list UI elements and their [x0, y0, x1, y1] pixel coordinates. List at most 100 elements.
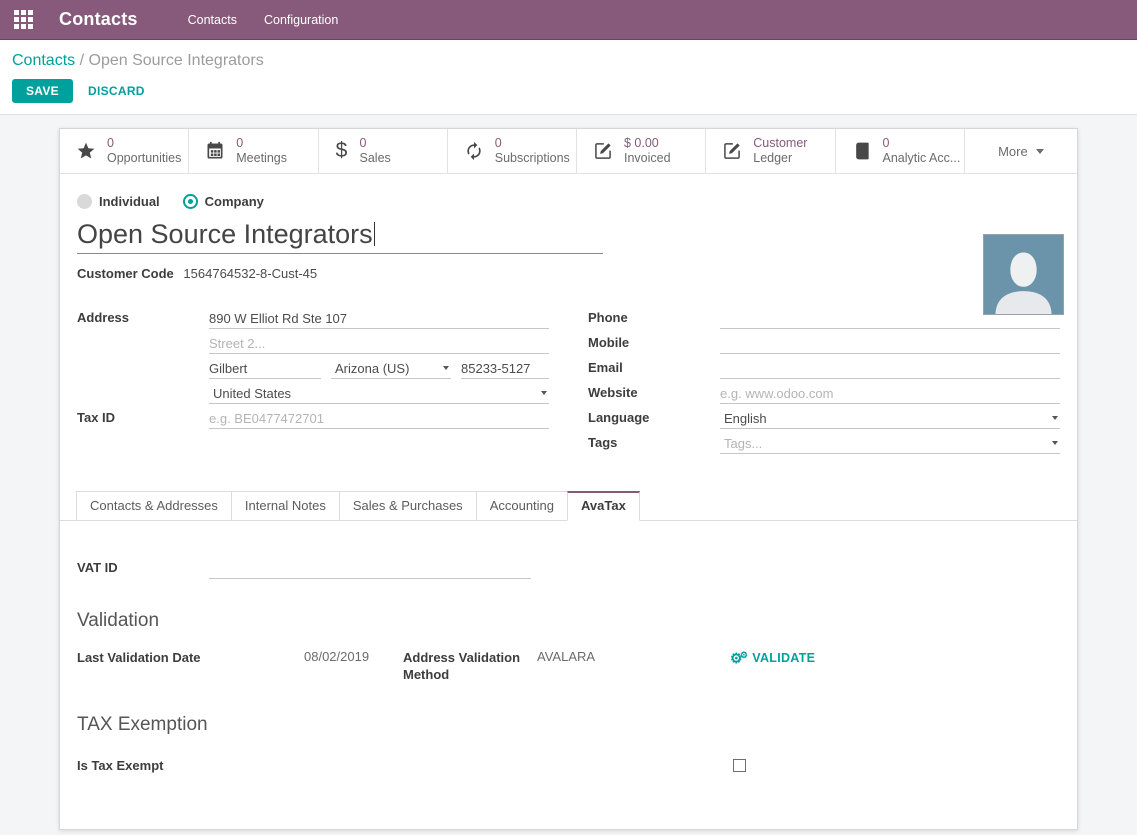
chevron-down-icon — [443, 366, 449, 370]
page-background: 0 Opportunities 0 Meetings $ 0 Sales — [0, 115, 1137, 830]
website-input[interactable] — [720, 382, 1060, 404]
stat-button-opportunities[interactable]: 0 Opportunities — [60, 129, 189, 173]
tab-contacts-addresses[interactable]: Contacts & Addresses — [76, 491, 232, 521]
customer-code-label: Customer Code — [77, 266, 174, 281]
more-button-label: More — [998, 144, 1028, 159]
street-input[interactable] — [209, 307, 549, 329]
top-menu: Contacts Configuration — [188, 13, 339, 27]
contact-fields-group: Address — [77, 307, 1060, 457]
book-icon — [852, 141, 872, 161]
stat-value: 0 — [495, 136, 570, 151]
menu-item-contacts[interactable]: Contacts — [188, 13, 237, 27]
validation-fields-row: Last Validation Date 08/02/2019 Address … — [77, 649, 1060, 683]
is-tax-exempt-checkbox[interactable] — [733, 759, 746, 772]
stat-label: Opportunities — [107, 151, 181, 166]
stat-value: 0 — [360, 136, 391, 151]
stat-button-invoiced[interactable]: $ 0.00 Invoiced — [577, 129, 706, 173]
tax-id-label: Tax ID — [77, 407, 209, 425]
country-select[interactable]: United States — [209, 382, 549, 404]
stat-label: Analytic Acc... — [883, 151, 961, 166]
control-panel-buttons: SAVE DISCARD — [12, 79, 1125, 103]
tags-label: Tags — [588, 432, 720, 450]
stat-value: Customer — [753, 136, 807, 151]
validate-button-label: VALIDATE — [752, 651, 815, 665]
stat-value: 0 — [236, 136, 287, 151]
tax-exemption-section-title: TAX Exemption — [77, 714, 1060, 736]
city-input[interactable] — [209, 357, 321, 379]
stat-label: Subscriptions — [495, 151, 570, 166]
address-validation-method-label: Address Validation Method — [403, 649, 537, 683]
language-select[interactable]: English — [720, 407, 1060, 429]
edit-icon — [593, 141, 613, 161]
stat-button-row: 0 Opportunities 0 Meetings $ 0 Sales — [60, 129, 1077, 174]
validate-button[interactable]: ⚙⚙ VALIDATE — [730, 651, 815, 666]
mobile-input[interactable] — [720, 332, 1060, 354]
sync-icon — [464, 141, 484, 161]
menu-item-configuration[interactable]: Configuration — [264, 13, 338, 27]
language-label: Language — [588, 407, 720, 425]
radio-company[interactable]: Company — [183, 194, 264, 209]
customer-code-row: Customer Code 1564764532-8-Cust-45 — [77, 266, 1060, 281]
tags-select[interactable]: Tags... — [720, 432, 1060, 454]
cogs-icon: ⚙⚙ — [730, 651, 751, 666]
phone-label: Phone — [588, 307, 720, 325]
radio-icon — [77, 194, 92, 209]
apps-menu-icon[interactable] — [14, 10, 33, 29]
state-select[interactable]: Arizona (US) — [331, 357, 451, 379]
breadcrumb-current: Open Source Integrators — [89, 52, 264, 69]
vat-id-input[interactable] — [209, 557, 531, 579]
radio-individual[interactable]: Individual — [77, 194, 160, 209]
left-field-column: Address — [77, 307, 549, 432]
tab-sales-purchases[interactable]: Sales & Purchases — [339, 491, 477, 521]
stat-button-subscriptions[interactable]: 0 Subscriptions — [448, 129, 577, 173]
stat-button-customer-ledger[interactable]: Customer Ledger — [706, 129, 835, 173]
chevron-down-icon — [1052, 441, 1058, 445]
last-validation-date-label: Last Validation Date — [77, 649, 304, 666]
street2-input[interactable] — [209, 332, 549, 354]
avatax-tab-content: VAT ID Validation Last Validation Date 0… — [60, 557, 1077, 773]
edit-icon — [722, 141, 742, 161]
tab-accounting[interactable]: Accounting — [476, 491, 568, 521]
company-avatar[interactable] — [983, 234, 1064, 315]
top-navbar: Contacts Contacts Configuration — [0, 0, 1137, 40]
is-tax-exempt-label: Is Tax Exempt — [77, 758, 163, 773]
save-button[interactable]: SAVE — [12, 79, 73, 103]
control-panel: Contacts / Open Source Integrators SAVE … — [0, 40, 1137, 115]
company-name-text: Open Source Integrators — [77, 219, 373, 249]
stat-label: Meetings — [236, 151, 287, 166]
stat-label: Ledger — [753, 151, 807, 166]
stat-value: 0 — [883, 136, 961, 151]
dollar-icon: $ — [335, 141, 349, 161]
customer-code-value: 1564764532-8-Cust-45 — [183, 266, 317, 281]
website-label: Website — [588, 382, 720, 400]
stat-button-meetings[interactable]: 0 Meetings — [189, 129, 318, 173]
stat-button-sales[interactable]: $ 0 Sales — [319, 129, 448, 173]
email-label: Email — [588, 357, 720, 375]
discard-button[interactable]: DISCARD — [88, 84, 145, 98]
chevron-down-icon — [541, 391, 547, 395]
form-body: Individual Company Open Source Integrato… — [60, 174, 1077, 457]
last-validation-date-value: 08/02/2019 — [304, 649, 369, 664]
tab-internal-notes[interactable]: Internal Notes — [231, 491, 340, 521]
breadcrumb-parent-link[interactable]: Contacts — [12, 52, 75, 69]
company-name-input[interactable]: Open Source Integrators — [77, 218, 603, 254]
chevron-down-icon — [1036, 149, 1044, 154]
calendar-icon — [205, 141, 225, 161]
tab-avatax[interactable]: AvaTax — [567, 491, 640, 521]
stat-label: Invoiced — [624, 151, 671, 166]
validation-section-title: Validation — [77, 610, 1060, 632]
address-label: Address — [77, 307, 209, 325]
stat-value: $ 0.00 — [624, 136, 671, 151]
stat-button-analytic-accounts[interactable]: 0 Analytic Acc... — [836, 129, 965, 173]
tax-id-input[interactable] — [209, 407, 549, 429]
notebook-tabbar: Contacts & Addresses Internal Notes Sale… — [60, 490, 1077, 521]
form-sheet: 0 Opportunities 0 Meetings $ 0 Sales — [59, 128, 1078, 830]
zip-input[interactable] — [461, 357, 549, 379]
address-validation-method-value: AVALARA — [537, 649, 595, 664]
email-input[interactable] — [720, 357, 1060, 379]
vat-id-row: VAT ID — [77, 557, 1060, 579]
company-type-selector: Individual Company — [77, 174, 1060, 209]
app-title[interactable]: Contacts — [59, 9, 138, 30]
more-button[interactable]: More — [965, 129, 1077, 173]
star-icon — [76, 141, 96, 161]
